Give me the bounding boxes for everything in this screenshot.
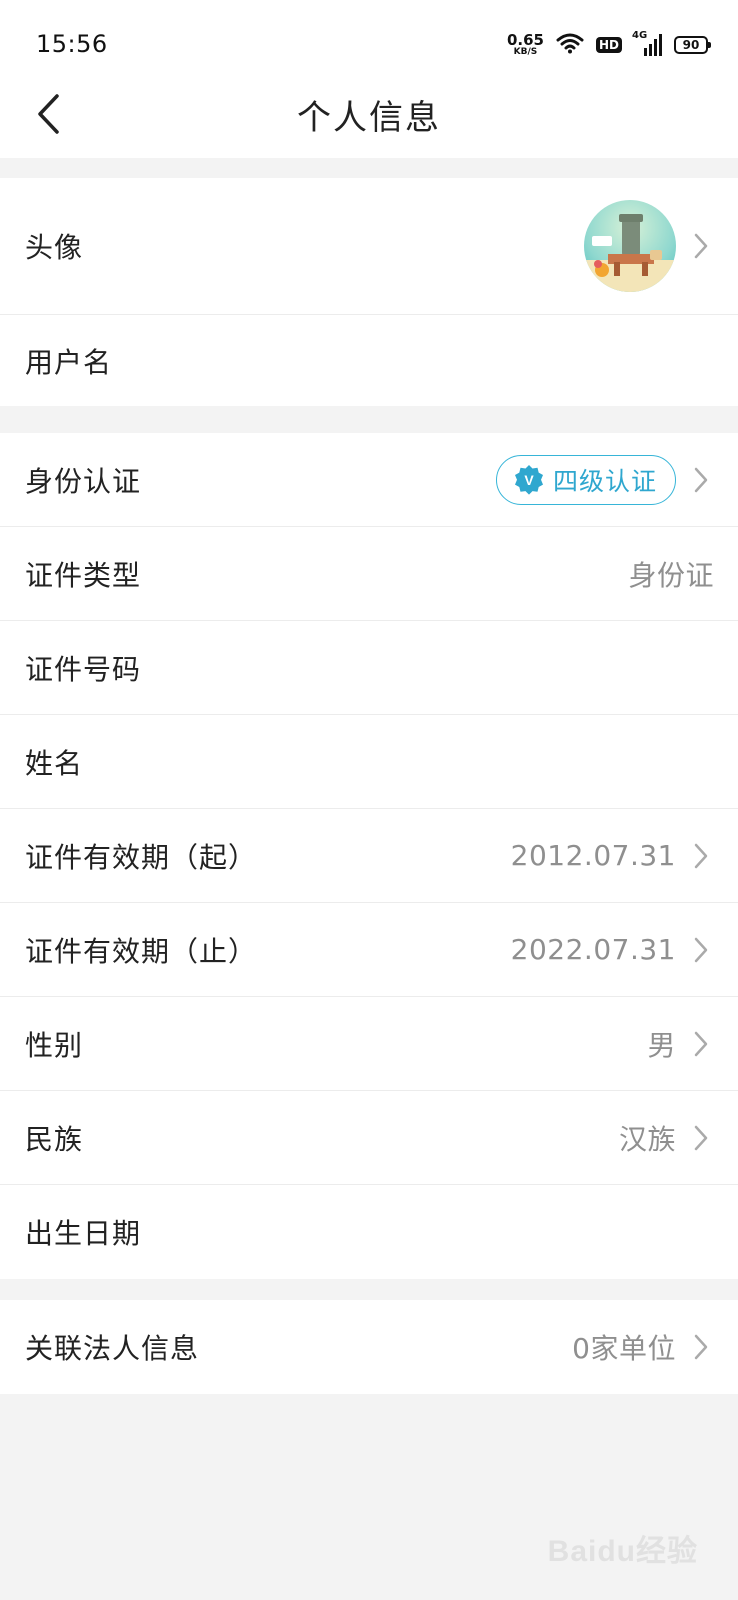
legal-entity-label: 关联法人信息 <box>25 1332 200 1365</box>
legal-entity-row[interactable]: 关联法人信息 0家单位 <box>0 1300 738 1394</box>
valid-from-label: 证件有效期（起） <box>25 840 258 874</box>
identity-verification-label: 身份认证 <box>25 464 142 498</box>
network-speed-value: 0.65 <box>506 31 544 49</box>
baidu-watermark: Baidu经验 <box>547 1535 698 1568</box>
status-time: 15:56 <box>36 30 108 58</box>
cellular-signal-icon: 4G <box>632 30 662 56</box>
avatar <box>584 200 676 292</box>
battery-level: 90 <box>682 38 700 52</box>
ethnicity-value: 汉族 <box>618 1122 676 1156</box>
verified-badge-icon: V <box>514 464 543 495</box>
nav-bar: 个人信息 <box>0 80 738 158</box>
id-type-value: 身份证 <box>628 558 714 592</box>
chevron-right-icon <box>694 231 714 261</box>
valid-to-row[interactable]: 证件有效期（止） 2022.07.31 <box>0 903 738 997</box>
gender-row[interactable]: 性别 男 <box>0 997 738 1091</box>
legal-entity-group: 关联法人信息 0家单位 <box>0 1300 738 1394</box>
page-title: 个人信息 <box>297 98 441 138</box>
legal-entity-value: 0家单位 <box>572 1332 676 1365</box>
name-row: 姓名 <box>0 715 738 809</box>
avatar-label: 头像 <box>25 231 84 264</box>
id-number-row: 证件号码 <box>0 621 738 715</box>
profile-group: 头像 用户名 <box>0 178 738 406</box>
name-label: 姓名 <box>25 746 84 780</box>
username-label: 用户名 <box>25 345 113 379</box>
network-speed-unit: KB/S <box>513 47 538 57</box>
valid-to-label: 证件有效期（止） <box>25 934 258 968</box>
hd-icon: HD <box>595 37 622 53</box>
identity-verification-row[interactable]: 身份认证 V 四级认证 <box>0 433 738 527</box>
birthdate-label: 出生日期 <box>25 1217 142 1250</box>
valid-to-value: 2022.07.31 <box>510 933 676 966</box>
svg-text:V: V <box>524 472 534 488</box>
cert-level-badge: V 四级认证 <box>495 454 676 505</box>
chevron-right-icon <box>694 935 714 965</box>
chevron-right-icon <box>694 1029 714 1059</box>
ethnicity-row[interactable]: 民族 汉族 <box>0 1091 738 1185</box>
battery-icon: 90 <box>674 36 711 54</box>
id-type-row: 证件类型 身份证 <box>0 527 738 621</box>
signal-type-label: 4G <box>632 30 648 41</box>
status-bar: 15:56 0.65 KB/S HD 4G 90 <box>0 0 738 80</box>
id-number-label: 证件号码 <box>25 652 142 686</box>
chevron-right-icon <box>694 841 714 871</box>
chevron-right-icon <box>694 465 714 495</box>
ethnicity-label: 民族 <box>25 1122 84 1156</box>
identity-group: 身份认证 V 四级认证 证件类型 身份证 证件号码 姓名 证件有效期（起） 20… <box>0 433 738 1279</box>
birthdate-row: 出生日期 <box>0 1185 738 1279</box>
gender-label: 性别 <box>25 1028 84 1062</box>
cert-level-text: 四级认证 <box>552 466 657 496</box>
id-type-label: 证件类型 <box>25 558 142 592</box>
username-row[interactable]: 用户名 <box>0 315 738 406</box>
gender-value: 男 <box>647 1028 676 1062</box>
valid-from-row[interactable]: 证件有效期（起） 2012.07.31 <box>0 809 738 903</box>
avatar-row[interactable]: 头像 <box>0 178 738 315</box>
chevron-right-icon <box>694 1332 714 1362</box>
wifi-icon <box>556 32 584 58</box>
chevron-right-icon <box>694 1123 714 1153</box>
valid-from-value: 2012.07.31 <box>510 839 676 872</box>
status-icons: 0.65 KB/S HD 4G 90 <box>507 30 711 60</box>
network-speed: 0.65 KB/S <box>507 33 544 57</box>
